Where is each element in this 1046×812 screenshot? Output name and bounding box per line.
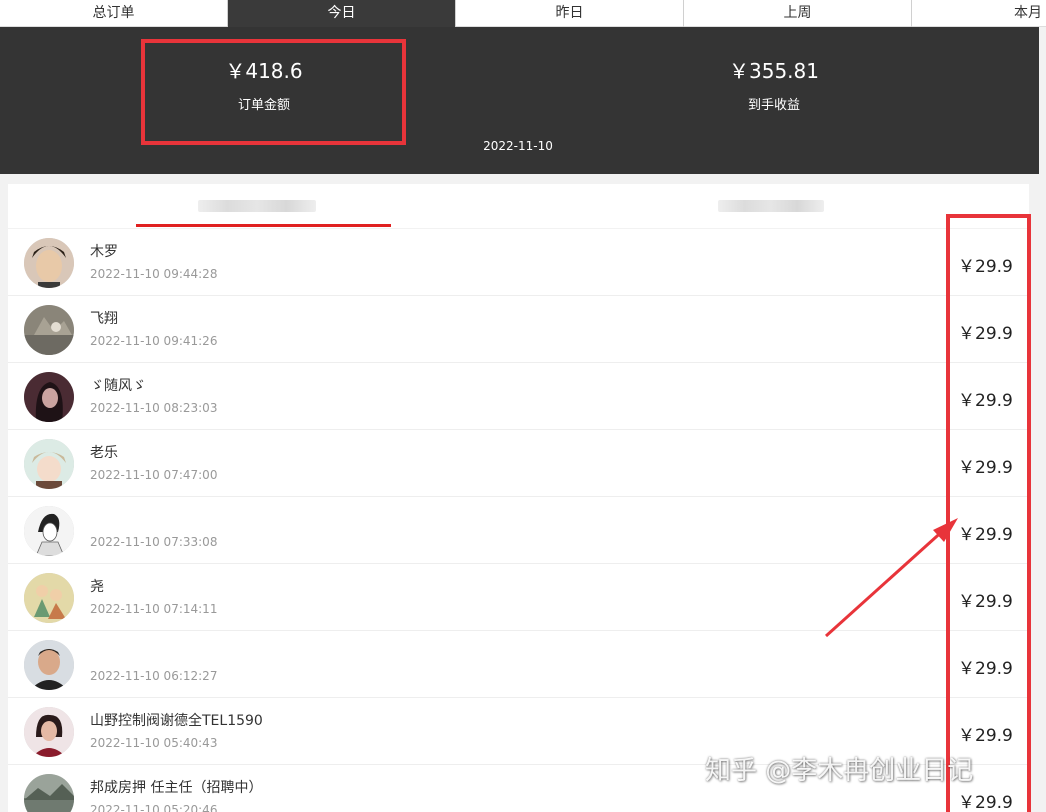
annotation-arrow-icon [824,518,958,638]
watermark: 知乎 @李木冉创业日记 [705,756,974,786]
